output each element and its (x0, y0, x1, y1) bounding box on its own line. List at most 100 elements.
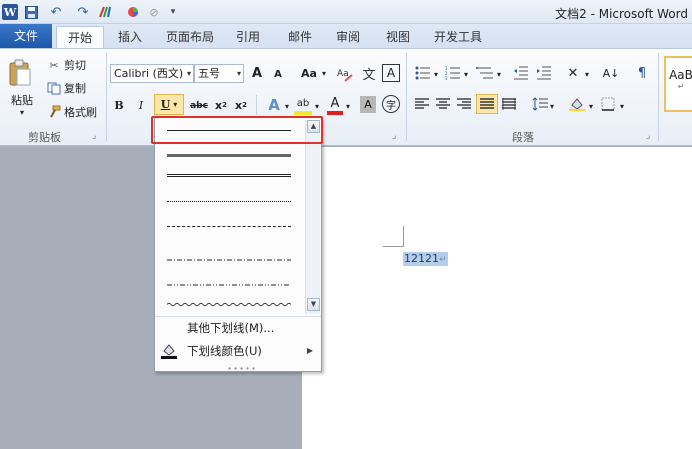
tab-home[interactable]: 开始 (56, 26, 104, 48)
tab-developer[interactable]: 开发工具 (428, 26, 488, 48)
more-underlines-item[interactable]: 其他下划线(M)... (155, 317, 321, 339)
underline-color-item[interactable]: 下划线颜色(U) ▶ (155, 340, 321, 362)
tab-mailings[interactable]: 邮件 (280, 26, 320, 48)
line-spacing-icon[interactable] (532, 96, 548, 112)
phonetic-guide-button[interactable]: 文 (360, 64, 378, 83)
underline-color-icon (161, 343, 177, 366)
shrink-font-button[interactable]: A (272, 66, 284, 83)
document-text[interactable]: 12121 (404, 252, 439, 265)
underline-button[interactable]: U (161, 98, 171, 111)
font-color-button[interactable]: A (327, 95, 343, 115)
font-size-value: 五号 (198, 67, 220, 80)
chevron-down-icon[interactable]: ▾ (283, 99, 291, 113)
resize-grip-icon[interactable]: ∙∙∙∙∙ (227, 364, 257, 373)
format-painter-button[interactable]: 格式刷 (64, 105, 104, 119)
chevron-down-icon[interactable]: ▾ (462, 67, 470, 81)
underline-dropdown-icon[interactable]: ▾ (173, 100, 177, 109)
save-icon[interactable] (24, 4, 38, 20)
scroll-down-icon[interactable]: ▼ (307, 298, 320, 311)
character-border-button[interactable]: A (382, 64, 400, 82)
chevron-down-icon[interactable]: ▾ (320, 66, 328, 81)
font-dialog-launcher-icon[interactable]: ⌟ (392, 131, 396, 141)
paste-icon[interactable] (8, 57, 32, 89)
align-center-icon[interactable] (435, 96, 451, 112)
format-painter-icon[interactable] (46, 105, 62, 119)
chevron-down-icon[interactable]: ▾ (548, 99, 556, 113)
cut-icon[interactable]: ✂ (46, 58, 62, 72)
subscript-button[interactable]: x2 (214, 96, 228, 114)
chevron-down-icon[interactable]: ▾ (237, 65, 241, 82)
chevron-down-icon[interactable]: ▾ (587, 99, 595, 113)
gallery-scrollbar[interactable]: ▲ ▼ (305, 120, 320, 314)
show-marks-icon[interactable]: ¶ (634, 64, 650, 82)
numbering-icon[interactable]: 123 (444, 64, 462, 82)
font-name-combo[interactable]: Calibri (西文) ▾ (110, 64, 194, 83)
tab-page-layout[interactable]: 页面布局 (160, 26, 220, 48)
chevron-down-icon[interactable]: ▾ (187, 65, 191, 82)
multilevel-list-icon[interactable] (475, 64, 495, 82)
document-selected-text[interactable]: 12121↵ (403, 252, 448, 266)
no-format-icon[interactable]: ⊘ (146, 4, 162, 20)
underline-dash-dot-dot[interactable] (167, 275, 291, 286)
enclose-characters-button[interactable]: 字 (382, 95, 400, 113)
bullets-icon[interactable] (414, 64, 432, 82)
undo-icon[interactable]: ↶ (46, 4, 66, 20)
strikethrough-button[interactable]: abc (189, 98, 209, 114)
underline-dash-dot[interactable] (167, 250, 291, 261)
paragraph-shading-icon[interactable] (568, 96, 586, 112)
justify-icon[interactable] (476, 94, 498, 114)
font-size-combo[interactable]: 五号 ▾ (194, 64, 244, 83)
superscript-button[interactable]: x2 (234, 96, 248, 114)
redo-icon[interactable]: ↷ (76, 4, 90, 20)
underline-double[interactable] (167, 174, 291, 178)
clipboard-dialog-launcher-icon[interactable]: ⌟ (92, 131, 96, 141)
copy-icon[interactable] (46, 81, 62, 95)
underline-wavy[interactable] (166, 296, 292, 307)
group-separator (658, 53, 659, 141)
paragraph-dialog-launcher-icon[interactable]: ⌟ (646, 131, 650, 141)
clear-format-icon[interactable]: Aa (336, 64, 354, 83)
distributed-icon[interactable] (501, 96, 517, 112)
borders-icon[interactable] (600, 96, 616, 112)
sort-icon[interactable]: A↓ (602, 64, 620, 82)
font-name-value: Calibri (西文) (114, 67, 184, 80)
bold-button[interactable]: B (112, 96, 126, 114)
chevron-down-icon[interactable]: ▾ (583, 67, 591, 81)
tab-review[interactable]: 审阅 (328, 26, 368, 48)
decrease-indent-icon[interactable] (512, 64, 530, 82)
chevron-down-icon[interactable]: ▾ (313, 99, 321, 113)
copy-button[interactable]: 复制 (64, 81, 92, 95)
align-left-icon[interactable] (414, 96, 430, 112)
tab-references[interactable]: 引用 (228, 26, 268, 48)
chevron-down-icon[interactable]: ▾ (495, 67, 503, 81)
word-app-icon[interactable]: W (2, 4, 18, 20)
chevron-down-icon[interactable]: ▾ (618, 99, 626, 113)
paragraph-mark-icon: ↵ (677, 81, 685, 91)
tab-view[interactable]: 视图 (378, 26, 418, 48)
chevron-down-icon[interactable]: ▾ (344, 99, 352, 113)
chinese-layout-icon[interactable]: ✕ (563, 64, 583, 82)
tab-insert[interactable]: 插入 (110, 26, 150, 48)
text-effects-button[interactable]: A (265, 95, 283, 115)
character-shading-button[interactable]: A (360, 96, 376, 113)
align-right-icon[interactable] (456, 96, 472, 112)
customize-qat-icon[interactable]: ▾ (168, 4, 178, 20)
highlight-button[interactable]: ab (294, 95, 312, 115)
chevron-down-icon[interactable]: ▾ (432, 67, 440, 81)
underline-words-only[interactable] (167, 154, 291, 157)
underline-dashed[interactable] (167, 226, 291, 227)
cut-button[interactable]: 剪切 (64, 58, 92, 72)
change-case-button[interactable]: Aa (299, 64, 319, 83)
paste-dropdown-icon[interactable]: ▾ (16, 107, 28, 117)
ink-tools-icon[interactable] (96, 4, 118, 20)
grow-font-button[interactable]: A (250, 64, 264, 83)
svg-text:3: 3 (445, 76, 448, 80)
italic-button[interactable]: I (134, 96, 148, 114)
color-wheel-icon[interactable] (126, 4, 140, 20)
style-normal-preview[interactable]: AaB ↵ (664, 56, 692, 112)
increase-indent-icon[interactable] (535, 64, 553, 82)
underline-dotted[interactable] (167, 201, 291, 202)
paste-button[interactable]: 粘贴 (8, 93, 36, 107)
tab-file[interactable]: 文件 (0, 24, 52, 48)
underline-split-button[interactable]: U ▾ (154, 94, 184, 115)
